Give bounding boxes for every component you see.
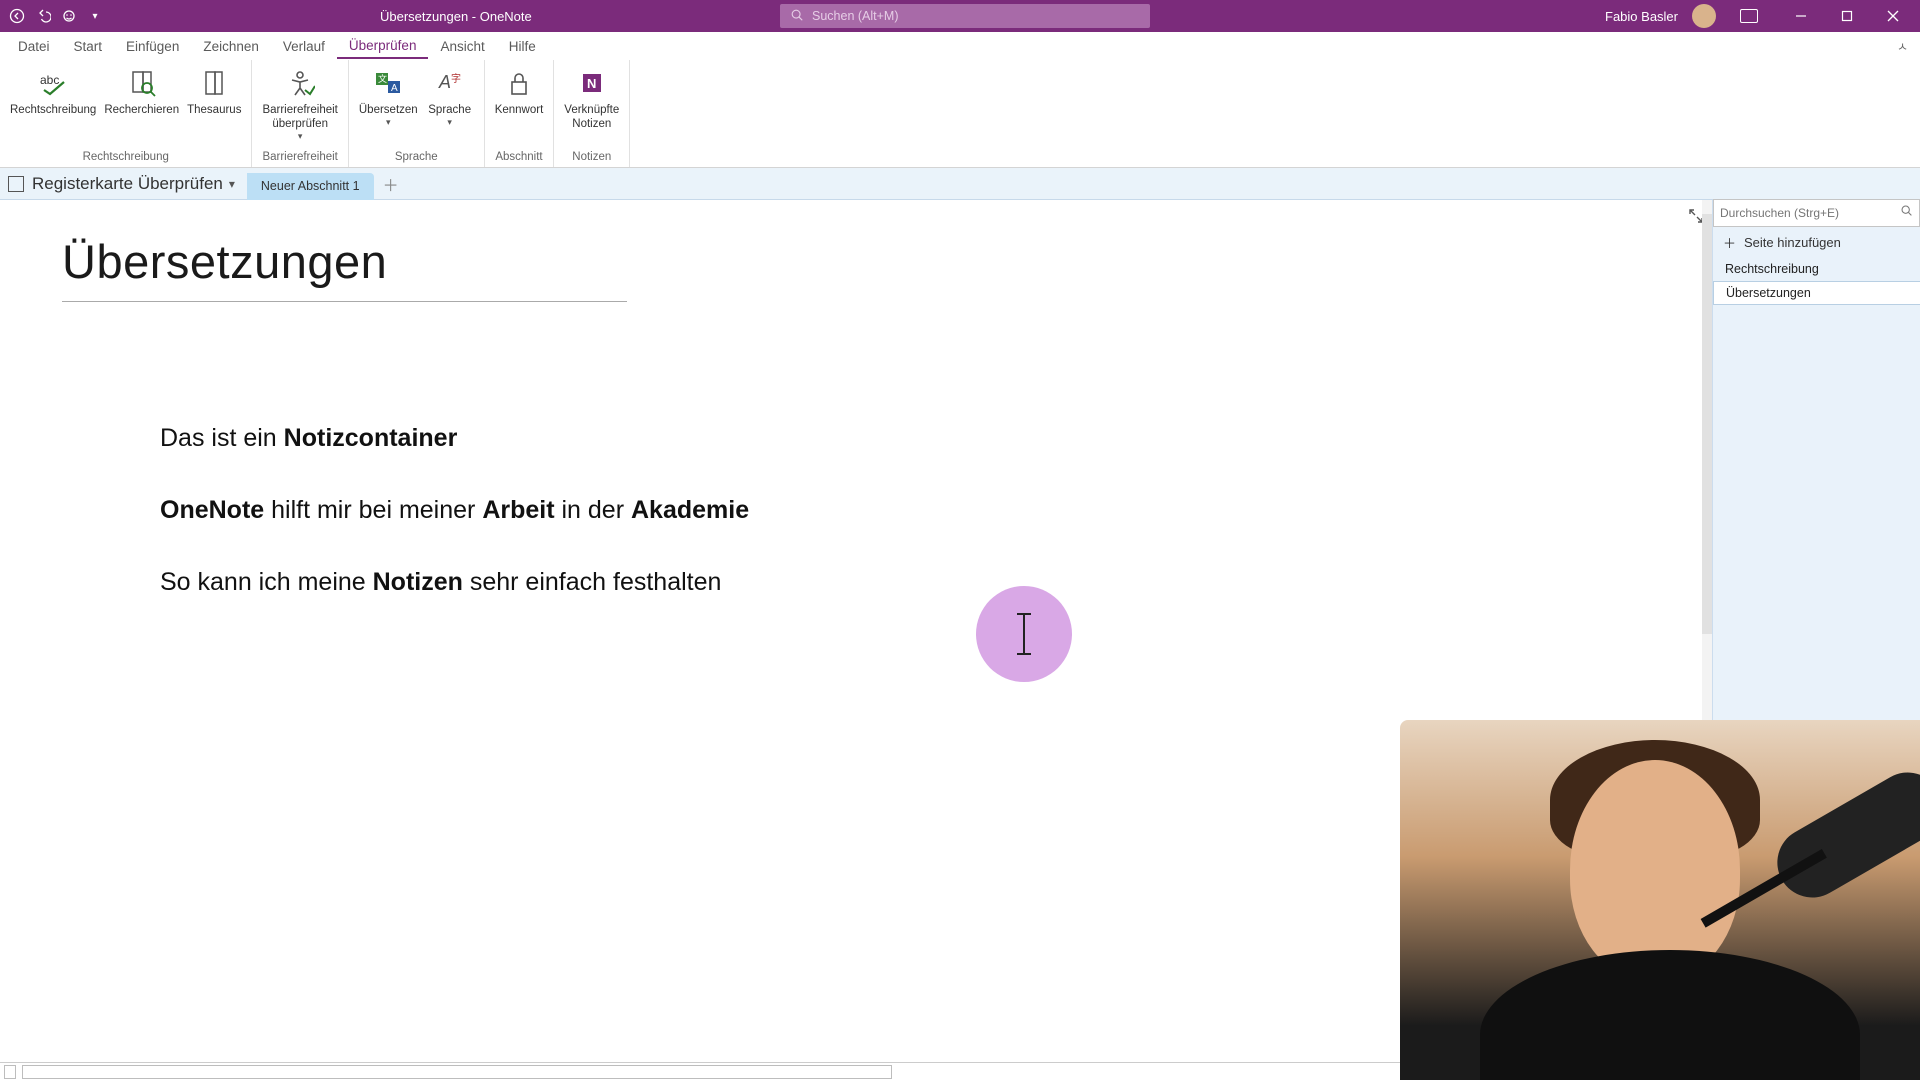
- chevron-down-icon: ▾: [298, 131, 303, 142]
- user-name[interactable]: Fabio Basler: [1605, 9, 1678, 24]
- global-search-input[interactable]: [812, 9, 1140, 23]
- chevron-down-icon: ▾: [386, 117, 391, 128]
- language-button[interactable]: A字 Sprache ▾: [422, 62, 478, 128]
- note-line-2[interactable]: OneNote hilft mir bei meiner Arbeit in d…: [160, 494, 1712, 528]
- note-line-1[interactable]: Das ist ein Notizcontainer: [160, 422, 1712, 456]
- add-page-button[interactable]: ＋ Seite hinzufügen: [1713, 227, 1920, 257]
- ribbon-group-section: Abschnitt: [491, 149, 548, 167]
- notebook-name[interactable]: Registerkarte Überprüfen: [32, 174, 223, 194]
- accessibility-icon: [283, 66, 317, 100]
- tab-verlauf[interactable]: Verlauf: [271, 35, 337, 58]
- maximize-button[interactable]: [1824, 0, 1870, 32]
- menu-bar: Datei Start Einfügen Zeichnen Verlauf Üb…: [0, 32, 1920, 60]
- ribbon-group-notes: Notizen: [560, 149, 623, 167]
- section-tab[interactable]: Neuer Abschnitt 1: [247, 173, 374, 200]
- spellcheck-icon: abc: [36, 66, 70, 100]
- thesaurus-button[interactable]: Thesaurus: [183, 62, 245, 118]
- notebook-dropdown-icon[interactable]: ▾: [229, 177, 235, 191]
- note-line-3[interactable]: So kann ich meine Notizen sehr einfach f…: [160, 566, 1712, 600]
- spellcheck-button[interactable]: abc Rechtschreibung: [6, 62, 100, 118]
- lock-icon: [502, 66, 536, 100]
- title-bar: ▾ Übersetzungen - OneNote Fabio Basler: [0, 0, 1920, 32]
- page-list-item-selected[interactable]: Übersetzungen: [1713, 281, 1920, 305]
- svg-text:A: A: [438, 72, 451, 92]
- tab-start[interactable]: Start: [62, 35, 115, 58]
- ribbon-group-spelling: Rechtschreibung: [6, 149, 245, 167]
- svg-text:A: A: [391, 83, 398, 94]
- tab-datei[interactable]: Datei: [6, 35, 62, 58]
- status-cell: [22, 1065, 892, 1079]
- svg-text:abc: abc: [40, 73, 59, 87]
- chevron-down-icon: ▾: [447, 117, 452, 128]
- page-title[interactable]: Übersetzungen: [62, 234, 627, 289]
- collapse-ribbon-icon[interactable]: ㅅ: [1897, 38, 1908, 55]
- page-search[interactable]: [1713, 199, 1920, 227]
- note-container[interactable]: Das ist ein Notizcontainer OneNote hilft…: [160, 422, 1712, 599]
- touch-mode-icon[interactable]: [60, 7, 78, 25]
- linked-notes-button[interactable]: N Verknüpfte Notizen: [560, 62, 623, 132]
- password-button[interactable]: Kennwort: [491, 62, 548, 118]
- close-button[interactable]: [1870, 0, 1916, 32]
- qat-customize-icon[interactable]: ▾: [86, 7, 104, 25]
- status-cell: [4, 1065, 16, 1079]
- window-title: Übersetzungen - OneNote: [380, 9, 532, 24]
- undo-icon[interactable]: [34, 7, 52, 25]
- tab-zeichnen[interactable]: Zeichnen: [191, 35, 271, 58]
- avatar[interactable]: [1692, 4, 1716, 28]
- webcam-overlay: [1400, 720, 1920, 1080]
- page-list-item[interactable]: Rechtschreibung: [1713, 257, 1920, 281]
- research-icon: [125, 66, 159, 100]
- ribbon-group-language: Sprache: [355, 149, 478, 167]
- display-settings-icon[interactable]: [1740, 9, 1758, 23]
- notebook-icon: [8, 176, 24, 192]
- ribbon: abc Rechtschreibung Recherchieren Thesau…: [0, 60, 1920, 168]
- svg-text:N: N: [587, 76, 596, 91]
- thesaurus-icon: [197, 66, 231, 100]
- accessibility-button[interactable]: Barrierefreiheit überprüfen ▾: [258, 62, 341, 141]
- tab-hilfe[interactable]: Hilfe: [497, 35, 548, 58]
- notebook-bar: Registerkarte Überprüfen ▾ Neuer Abschni…: [0, 168, 1920, 200]
- cursor-highlight: [976, 586, 1072, 682]
- ribbon-group-accessibility: Barrierefreiheit: [258, 149, 341, 167]
- onenote-icon: N: [575, 66, 609, 100]
- tab-ansicht[interactable]: Ansicht: [428, 35, 496, 58]
- svg-text:字: 字: [451, 72, 461, 85]
- search-icon: [790, 8, 804, 25]
- svg-text:文: 文: [378, 73, 387, 84]
- text-cursor-icon: [1023, 613, 1025, 655]
- add-section-button[interactable]: ＋: [378, 171, 404, 197]
- back-icon[interactable]: [8, 7, 26, 25]
- page-search-input[interactable]: [1720, 206, 1900, 220]
- language-icon: A字: [433, 66, 467, 100]
- translate-button[interactable]: 文A Übersetzen ▾: [355, 62, 422, 128]
- research-button[interactable]: Recherchieren: [100, 62, 183, 118]
- tab-ueberpruefen[interactable]: Überprüfen: [337, 34, 429, 59]
- plus-icon: ＋: [1723, 233, 1736, 252]
- translate-icon: 文A: [371, 66, 405, 100]
- search-icon: [1900, 204, 1913, 222]
- global-search[interactable]: [780, 4, 1150, 28]
- minimize-button[interactable]: [1778, 0, 1824, 32]
- tab-einfuegen[interactable]: Einfügen: [114, 35, 191, 58]
